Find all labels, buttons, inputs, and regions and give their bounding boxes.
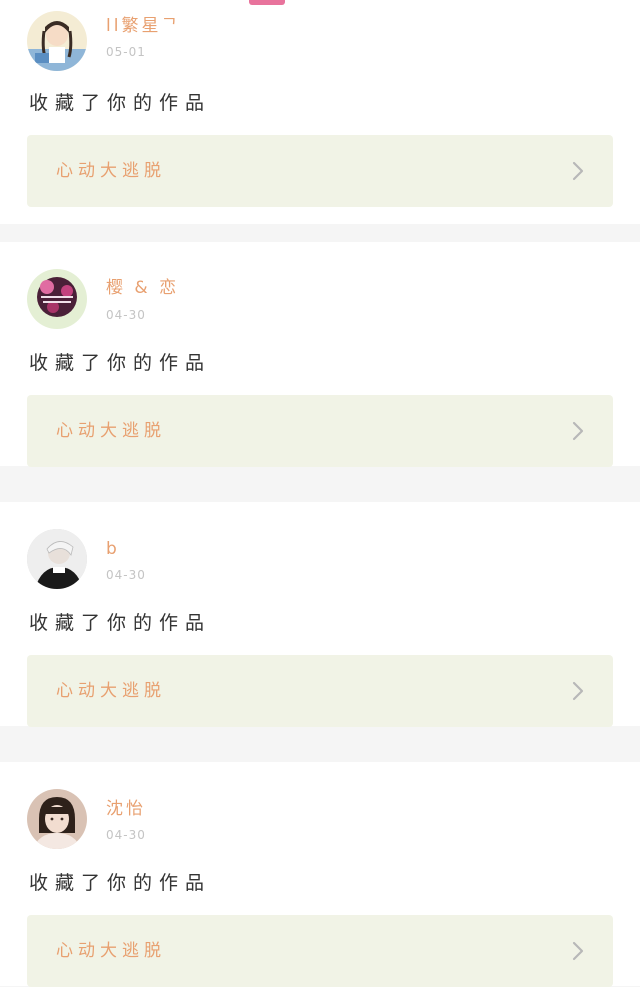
timestamp: 05-01 — [106, 45, 146, 59]
work-link-button[interactable]: 心动大逃脱 — [27, 135, 613, 207]
action-text: 收藏了你的作品 — [29, 352, 212, 374]
user-avatar[interactable] — [27, 269, 87, 329]
chevron-right-icon — [572, 941, 584, 961]
chevron-right-icon — [572, 161, 584, 181]
avatar-image — [27, 529, 87, 589]
action-text: 收藏了你的作品 — [29, 92, 212, 114]
avatar-image — [27, 11, 87, 71]
user-avatar[interactable] — [27, 11, 87, 71]
timestamp: 04-30 — [106, 568, 146, 582]
timestamp: 04-30 — [106, 828, 146, 842]
username[interactable]: 沈怡 — [106, 798, 146, 820]
username[interactable]: b — [106, 538, 120, 560]
action-text: 收藏了你的作品 — [29, 612, 212, 634]
work-title: 心动大逃脱 — [56, 161, 166, 181]
action-text: 收藏了你的作品 — [29, 872, 212, 894]
work-title: 心动大逃脱 — [56, 421, 166, 441]
avatar-image — [27, 269, 87, 329]
notification-card: 沈怡 04-30 收藏了你的作品 心动大逃脱 — [0, 762, 640, 987]
username[interactable]: 樱 & 恋 — [106, 277, 179, 299]
timestamp: 04-30 — [106, 308, 146, 322]
work-link-button[interactable]: 心动大逃脱 — [27, 395, 613, 467]
chevron-right-icon — [572, 681, 584, 701]
notification-card: 樱 & 恋 04-30 收藏了你的作品 心动大逃脱 — [0, 242, 640, 467]
user-avatar[interactable] — [27, 529, 87, 589]
work-title: 心动大逃脱 — [56, 681, 166, 701]
work-link-button[interactable]: 心动大逃脱 — [27, 655, 613, 727]
avatar-image — [27, 789, 87, 849]
notification-card: ll繁星ᄀ 05-01 收藏了你的作品 心动大逃脱 — [0, 0, 640, 224]
work-link-button[interactable]: 心动大逃脱 — [27, 915, 613, 987]
username[interactable]: ll繁星ᄀ — [106, 15, 180, 37]
chevron-right-icon — [572, 421, 584, 441]
user-avatar[interactable] — [27, 789, 87, 849]
notification-card: b 04-30 收藏了你的作品 心动大逃脱 — [0, 502, 640, 727]
work-title: 心动大逃脱 — [56, 941, 166, 961]
active-tab-indicator — [249, 0, 285, 5]
